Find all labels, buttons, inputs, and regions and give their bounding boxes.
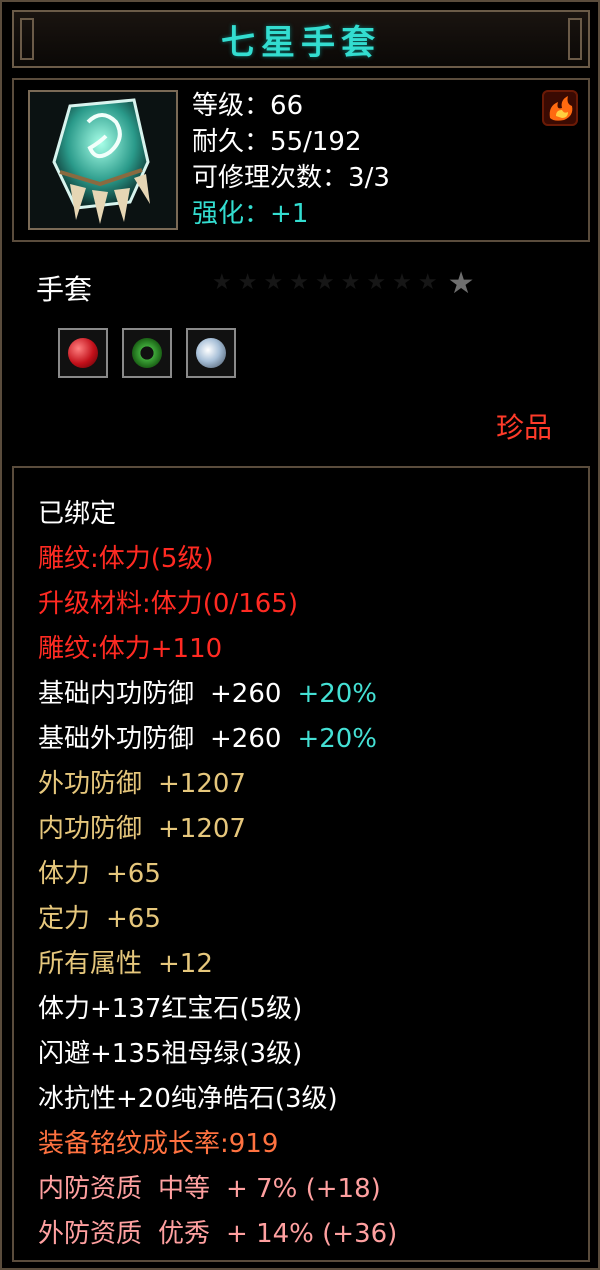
item-title: 七星手套 [221,22,381,63]
inner-defense-value: +1207 [158,814,246,844]
stamina-stat: 体力 +65 [38,852,588,897]
white-gem-icon [196,338,226,368]
star-empty-icon: ★ [366,270,387,295]
inner-quality-value: + 7% (+18) [226,1174,381,1204]
item-stats: 等级：66 耐久：55/192 可修理次数：3/3 强化：+1 [192,88,390,232]
inner-defense-label: 内功防御 [38,814,143,844]
star-filled-icon: ★ [447,266,475,301]
item-header: 等级：66 耐久：55/192 可修理次数：3/3 强化：+1 [12,78,590,242]
inner-quality-label: 内防资质 [38,1174,143,1204]
star-empty-icon: ★ [289,270,309,295]
level-label: 等级 [192,91,245,121]
all-attributes-label: 所有属性 [38,949,143,979]
star-empty-icon: ★ [212,270,232,295]
repair-label: 可修理次数 [192,163,323,193]
title-bar: 七星手套 [12,10,590,68]
star-empty-icon: ★ [340,270,361,295]
all-attributes-value: +12 [158,949,213,979]
outer-quality-grade: 优秀 [158,1219,211,1249]
base-inner-defense-value: +260 [210,679,282,709]
level-value: 66 [270,91,304,121]
durability-value: 55/192 [270,127,362,157]
gem-socket-2[interactable] [122,328,172,378]
focus-stat: 定力 +65 [38,897,588,942]
outer-quality-label: 外防资质 [38,1219,143,1249]
enhance-label: 强化 [192,199,245,229]
star-empty-icon: ★ [237,270,258,295]
stamina-label: 体力 [38,859,91,889]
star-empty-icon: ★ [392,270,412,295]
all-attributes-stat: 所有属性 +12 [38,942,588,987]
base-outer-defense: 基础外功防御 +260 +20% [38,717,588,762]
repair-row: 可修理次数：3/3 [192,163,390,193]
inner-quality-grade: 中等 [158,1174,211,1204]
outer-defense-label: 外功防御 [38,769,143,799]
base-inner-defense-bonus: +20% [297,679,378,709]
outer-defense: 外功防御 +1207 [38,762,588,807]
base-outer-defense-value: +260 [210,724,282,754]
title-bar-left-cap [20,18,34,60]
base-inner-defense-label: 基础内功防御 [38,679,195,709]
focus-value: +65 [106,904,161,934]
gem-socket-3[interactable] [186,328,236,378]
base-outer-defense-bonus: +20% [297,724,378,754]
item-tooltip: 七星手套 等级：66 耐久：55/192 可修理次数：3/3 强化：+1 手套 … [0,0,600,1270]
engrave-bonus: 雕纹:体力+110 [38,634,223,664]
level-row: 等级：66 [192,91,304,121]
item-type: 手套 [36,273,93,306]
green-gem-icon [132,338,162,368]
gem-socket-1[interactable] [58,328,108,378]
star-empty-icon: ★ [417,270,438,295]
durability-row: 耐久：55/192 [192,127,362,157]
inner-defense-quality: 内防资质 中等 + 7% (+18) [38,1167,588,1212]
repair-value: 3/3 [348,163,390,193]
outer-defense-quality: 外防资质 优秀 + 14% (+36) [38,1212,588,1257]
stamina-value: +65 [106,859,161,889]
gem-effect-3: 冰抗性+20纯净皓石(3级) [38,1084,338,1114]
red-gem-icon [68,338,98,368]
base-outer-defense-label: 基础外功防御 [38,724,195,754]
bound-status: 已绑定 [38,499,117,529]
inner-defense: 内功防御 +1207 [38,807,588,852]
flame-icon[interactable] [542,90,578,126]
quality-badge: 珍品 [495,411,552,444]
star-rating: ★ ★ ★ ★ ★ ★ ★ ★ ★ ★ [212,266,475,301]
engrave-growth-rate: 装备铭纹成长率:919 [38,1129,279,1159]
enhance-row: 强化：+1 [192,199,309,229]
engrave-level: 雕纹:体力(5级) [38,544,214,574]
durability-label: 耐久 [192,127,245,157]
upgrade-material: 升级材料:体力(0/165) [38,589,298,619]
outer-defense-value: +1207 [158,769,246,799]
title-bar-right-cap [568,18,582,60]
star-empty-icon: ★ [263,270,284,295]
enhance-value: +1 [270,199,309,229]
gem-effect-2: 闪避+135祖母绿(3级) [38,1039,303,1069]
gauntlet-icon[interactable] [28,90,178,230]
focus-label: 定力 [38,904,91,934]
base-inner-defense: 基础内功防御 +260 +20% [38,672,588,717]
properties-panel: 已绑定 雕纹:体力(5级) 升级材料:体力(0/165) 雕纹:体力+110 基… [12,466,590,1262]
gem-sockets [58,328,236,378]
outer-quality-value: + 14% (+36) [226,1219,398,1249]
gem-effect-1: 体力+137红宝石(5级) [38,994,303,1024]
star-empty-icon: ★ [314,270,335,295]
